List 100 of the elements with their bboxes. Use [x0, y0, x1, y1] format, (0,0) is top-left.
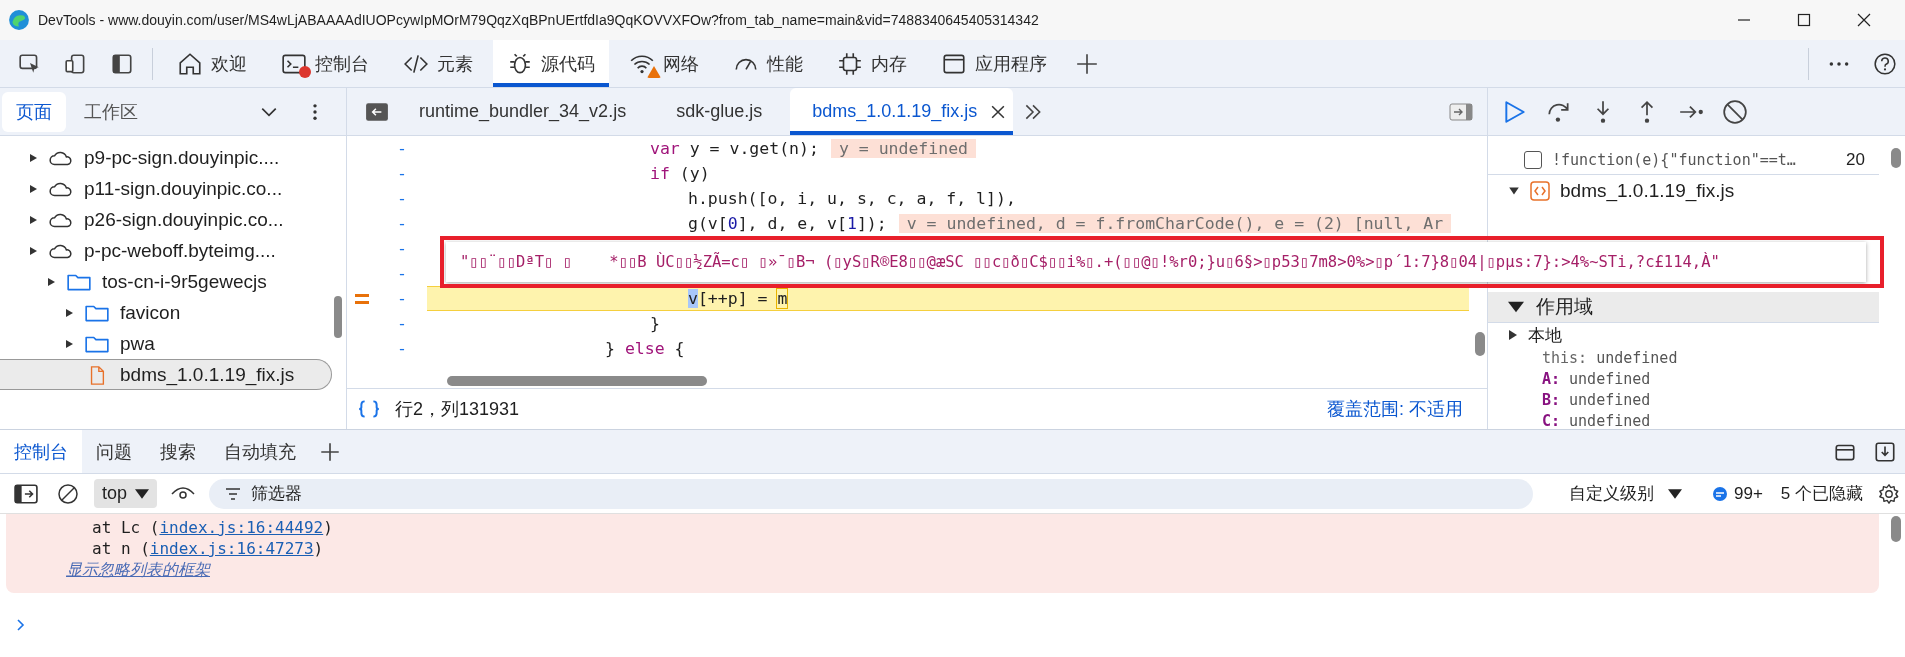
prompt-icon — [16, 618, 26, 632]
drawer-tab[interactable]: 控制台 — [0, 430, 82, 473]
cursor-position: 行2，列131931 — [395, 398, 520, 421]
expand-arrow-icon[interactable] — [28, 245, 38, 256]
section-header[interactable]: 作用域 — [1488, 292, 1879, 323]
stack-frame: at Lc (index.js:16:44492) — [66, 518, 1879, 537]
variable-name: C: — [1542, 411, 1561, 429]
file-tab[interactable]: sdk-glue.js — [654, 88, 791, 135]
drawer-tab[interactable]: 问题 — [82, 430, 146, 473]
navigator-tab[interactable]: 工作区 — [70, 91, 152, 132]
source-link[interactable]: index.js:16:47273 — [149, 539, 314, 558]
add-icon[interactable] — [1075, 51, 1099, 76]
gutter-mark: - — [396, 213, 408, 235]
expand-arrow-icon[interactable] — [28, 183, 38, 194]
minimize-drawer-icon[interactable] — [1873, 439, 1897, 464]
expand-arrow-icon[interactable] — [1508, 185, 1520, 197]
dock-icon[interactable] — [110, 51, 134, 76]
code-line: } else { — [605, 339, 685, 358]
browser-logo-icon — [8, 9, 30, 31]
debugger-toggle-icon[interactable] — [1449, 101, 1473, 122]
source-link[interactable]: index.js:16:44492 — [159, 518, 324, 537]
levels-dropdown[interactable]: 自定义级别 — [1562, 481, 1688, 506]
panel-tab[interactable]: 应用程序 — [927, 40, 1061, 87]
stack-frame: at n (index.js:16:47273) — [66, 539, 1879, 558]
gutter-mark: - — [396, 263, 408, 285]
value-tooltip: "▯▯¨▯▯DªT▯ ▯ *▯▯B ÙC▯▯½ZÃ=c▯ ▯»¯▯B¬ (▯yS▯R®E8▯▯@æSC ▯▯c▯ð▯C$▯▯i%▯.+(▯▯@▯!%r0;}u▯6§>▯p53▯7m8>0%>▯p´1:7}8▯04|▯pµs:7}:>4%~STi,?c£114,À" — [446, 242, 1866, 282]
filter-field[interactable]: 筛选器 — [209, 478, 1533, 509]
help-icon[interactable] — [1873, 51, 1897, 76]
collapse-arrow-icon[interactable] — [1508, 300, 1524, 314]
filter-icon — [225, 487, 242, 500]
panel-tab[interactable]: 网络 — [615, 40, 713, 87]
caret-icon — [1667, 488, 1682, 499]
variable-name: this: — [1542, 348, 1588, 367]
breakpoint-checkbox[interactable] — [1524, 151, 1542, 169]
close-icon[interactable] — [991, 104, 1006, 119]
settings-icon[interactable] — [1877, 482, 1901, 505]
message-icon — [1711, 485, 1728, 502]
inline-value: y = undefined — [830, 139, 977, 158]
panel-tab[interactable]: 内存 — [823, 40, 921, 87]
execution-marker-icon — [355, 293, 369, 304]
line-number: 20 — [1846, 150, 1865, 170]
inline-value: v = undefined, d = f.fromCharCode(), e = (2) [null, Ar — [898, 214, 1452, 233]
expand-arrow-icon[interactable] — [64, 338, 74, 349]
ignore-list-link[interactable]: 显示忽略列表的框架 — [66, 560, 210, 581]
scrollbar-thumb[interactable] — [1891, 516, 1901, 542]
panel-tab[interactable]: 性能 — [719, 40, 817, 87]
variable-name: B: — [1542, 390, 1561, 409]
variable-name: A: — [1542, 369, 1561, 388]
scrollbar-thumb[interactable] — [447, 376, 707, 386]
file-name: bdms_1.0.1.19_fix.js — [1560, 180, 1735, 202]
expand-arrow-icon[interactable] — [28, 214, 38, 225]
tree-item[interactable]: p9-pc-sign.douyinpic.... — [0, 142, 332, 173]
chip-icon — [837, 50, 863, 77]
gutter-mark: - — [396, 188, 408, 210]
expand-arrow-icon[interactable] — [28, 152, 38, 163]
expand-arrow-icon[interactable] — [1508, 329, 1518, 341]
drawer-tab[interactable]: 搜索 — [146, 430, 210, 473]
variable-value: undefined — [1569, 369, 1651, 388]
gutter-mark: - — [396, 288, 408, 310]
tree-item[interactable]: p26-sign.douyinpic.co... — [0, 204, 332, 235]
variable-value: undefined — [1569, 390, 1651, 409]
clear-icon[interactable] — [56, 482, 80, 505]
expand-arrow-icon[interactable] — [64, 307, 74, 318]
tree-item[interactable]: tos-cn-i-9r5gewecjs — [0, 266, 332, 297]
drawer-tab[interactable]: 自动填充 — [210, 430, 310, 473]
navigator-tab[interactable]: 页面 — [2, 91, 66, 132]
file-tab[interactable]: bdms_1.0.1.19_fix.js — [790, 88, 1014, 135]
navigator-toggle-icon[interactable] — [365, 101, 389, 122]
expand-arrow-icon[interactable] — [46, 276, 56, 287]
code-line: h.push([o, i, u, s, c, a, f, l]), — [688, 189, 1016, 208]
code-line: var y = v.get(n); — [650, 139, 819, 158]
tree-item[interactable]: p-pc-weboff.byteimg.... — [0, 235, 332, 266]
tree-item[interactable]: favicon — [0, 297, 332, 328]
tree-item[interactable]: pwa — [0, 328, 332, 359]
close-icon[interactable] — [1857, 13, 1871, 27]
scrollbar-thumb[interactable] — [1475, 332, 1485, 356]
panel-tab[interactable]: 欢迎 — [163, 40, 261, 87]
tree-item[interactable]: p11-sign.douyinpic.co... — [0, 173, 332, 204]
gutter-mark: - — [396, 138, 408, 160]
coverage-link[interactable]: 覆盖范围: 不适用 — [1327, 397, 1463, 421]
scrollbar-thumb[interactable] — [334, 296, 342, 338]
breakpoint-code: !function(e){"function"==t… — [1552, 151, 1796, 169]
deactivate-breakpoints-icon[interactable] — [1722, 98, 1748, 125]
context-dropdown[interactable]: top — [94, 479, 158, 508]
variable-value: undefined — [1569, 411, 1651, 429]
script-file-icon — [1530, 181, 1550, 201]
file-tab[interactable]: runtime_bundler_34_v2.js — [397, 88, 655, 135]
panel-tab[interactable]: 源代码 — [493, 40, 609, 87]
panel-tab[interactable]: 控制台 — [267, 40, 383, 87]
section-title: 作用域 — [1536, 295, 1593, 319]
window-title: DevTools - www.douyin.com/user/MS4wLjABAAAAdIUOPcywIpMOrM79QqzXqBPnUErtfdIa9QqKOVVXFOw?from_tab_name=main&vid=7488340645405314342 — [38, 12, 1039, 28]
gutter-mark: - — [396, 338, 408, 360]
pretty-print-icon[interactable] — [357, 399, 381, 419]
tree-item[interactable]: bdms_1.0.1.19_fix.js — [0, 359, 332, 390]
code-line: if (y) — [650, 164, 710, 183]
issues-counter[interactable]: 99+ — [1711, 483, 1763, 504]
scrollbar-thumb[interactable] — [1891, 148, 1901, 168]
panel-tab[interactable]: 元素 — [389, 40, 487, 87]
maximize-icon[interactable] — [1797, 13, 1811, 27]
sidebar-toggle-icon[interactable] — [14, 482, 38, 505]
